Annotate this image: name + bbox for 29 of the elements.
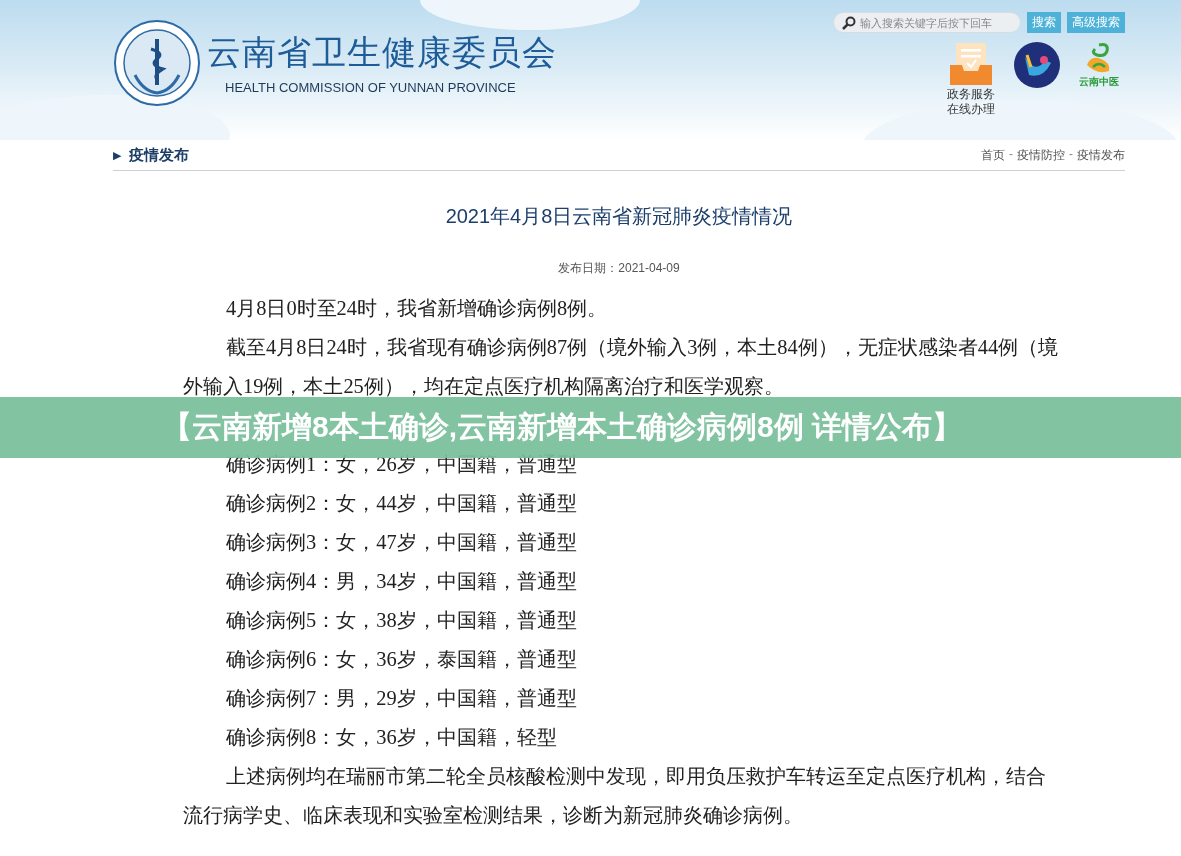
emblem-icon	[113, 18, 201, 107]
article-paragraph: 确诊病例3：女，47岁，中国籍，普通型	[225, 530, 578, 555]
site-subtitle: HEALTH COMMISSION OF YUNNAN PROVINCE	[224, 80, 517, 95]
triangle-icon: ▶	[113, 149, 121, 162]
site-title: 云南省卫生健康委员会	[207, 32, 557, 73]
article-paragraph: 确诊病例7：男，29岁，中国籍，普通型	[225, 686, 578, 711]
search-field[interactable]: 输入搜索关键字后按下回车	[833, 12, 1021, 33]
breadcrumb-link[interactable]: 疫情防控	[1017, 147, 1065, 164]
publish-date: 发布日期：2021-04-09	[557, 260, 681, 277]
article-paragraph: 确诊病例2：女，44岁，中国籍，普通型	[225, 491, 578, 516]
article-paragraph: 4月8日0时至24时，我省新增确诊病例8例。	[225, 296, 609, 321]
breadcrumb-separator: -	[1009, 147, 1013, 163]
headline-banner: 【云南新增8本土确诊,云南新增本土确诊病例8例 详情公布】	[0, 397, 1181, 458]
breadcrumb-link[interactable]: 首页	[981, 147, 1005, 164]
section-title: 疫情发布	[129, 146, 189, 165]
article-paragraph: 确诊病例4：男，34岁，中国籍，普通型	[225, 569, 578, 594]
article-paragraph: 截至4月8日24时，我省现有确诊病例87例（境外输入3例，本土84例），无症状感染者44例（境外输入19例，本土25例），均在定点医疗机构隔离治疗和医学观察。	[183, 335, 1060, 399]
round-logo-icon[interactable]	[1013, 41, 1061, 89]
document-tray-icon[interactable]	[948, 41, 994, 87]
breadcrumb-link[interactable]: 疫情发布	[1077, 147, 1125, 164]
search-icon	[842, 15, 856, 30]
article-paragraph: 确诊病例8：女，36岁，中国籍，轻型	[225, 725, 558, 750]
article-paragraph: 确诊病例6：女，36岁，泰国籍，普通型	[225, 647, 578, 672]
logo-caption: 云南中医	[1079, 75, 1119, 89]
service-link[interactable]: 政务服务 在线办理	[947, 87, 995, 117]
article-paragraph: 上述病例均在瑞丽市第二轮全员核酸检测中发现，即用负压救护车转运至定点医疗机构，结合流行病学史、临床表现和实验室检测结果，诊断为新冠肺炎确诊病例。	[183, 764, 1047, 828]
article-title: 2021年4月8日云南省新冠肺炎疫情情况	[444, 204, 794, 229]
article-paragraph: 确诊病例5：女，38岁，中国籍，普通型	[225, 608, 578, 633]
breadcrumb-separator: -	[1069, 147, 1073, 163]
